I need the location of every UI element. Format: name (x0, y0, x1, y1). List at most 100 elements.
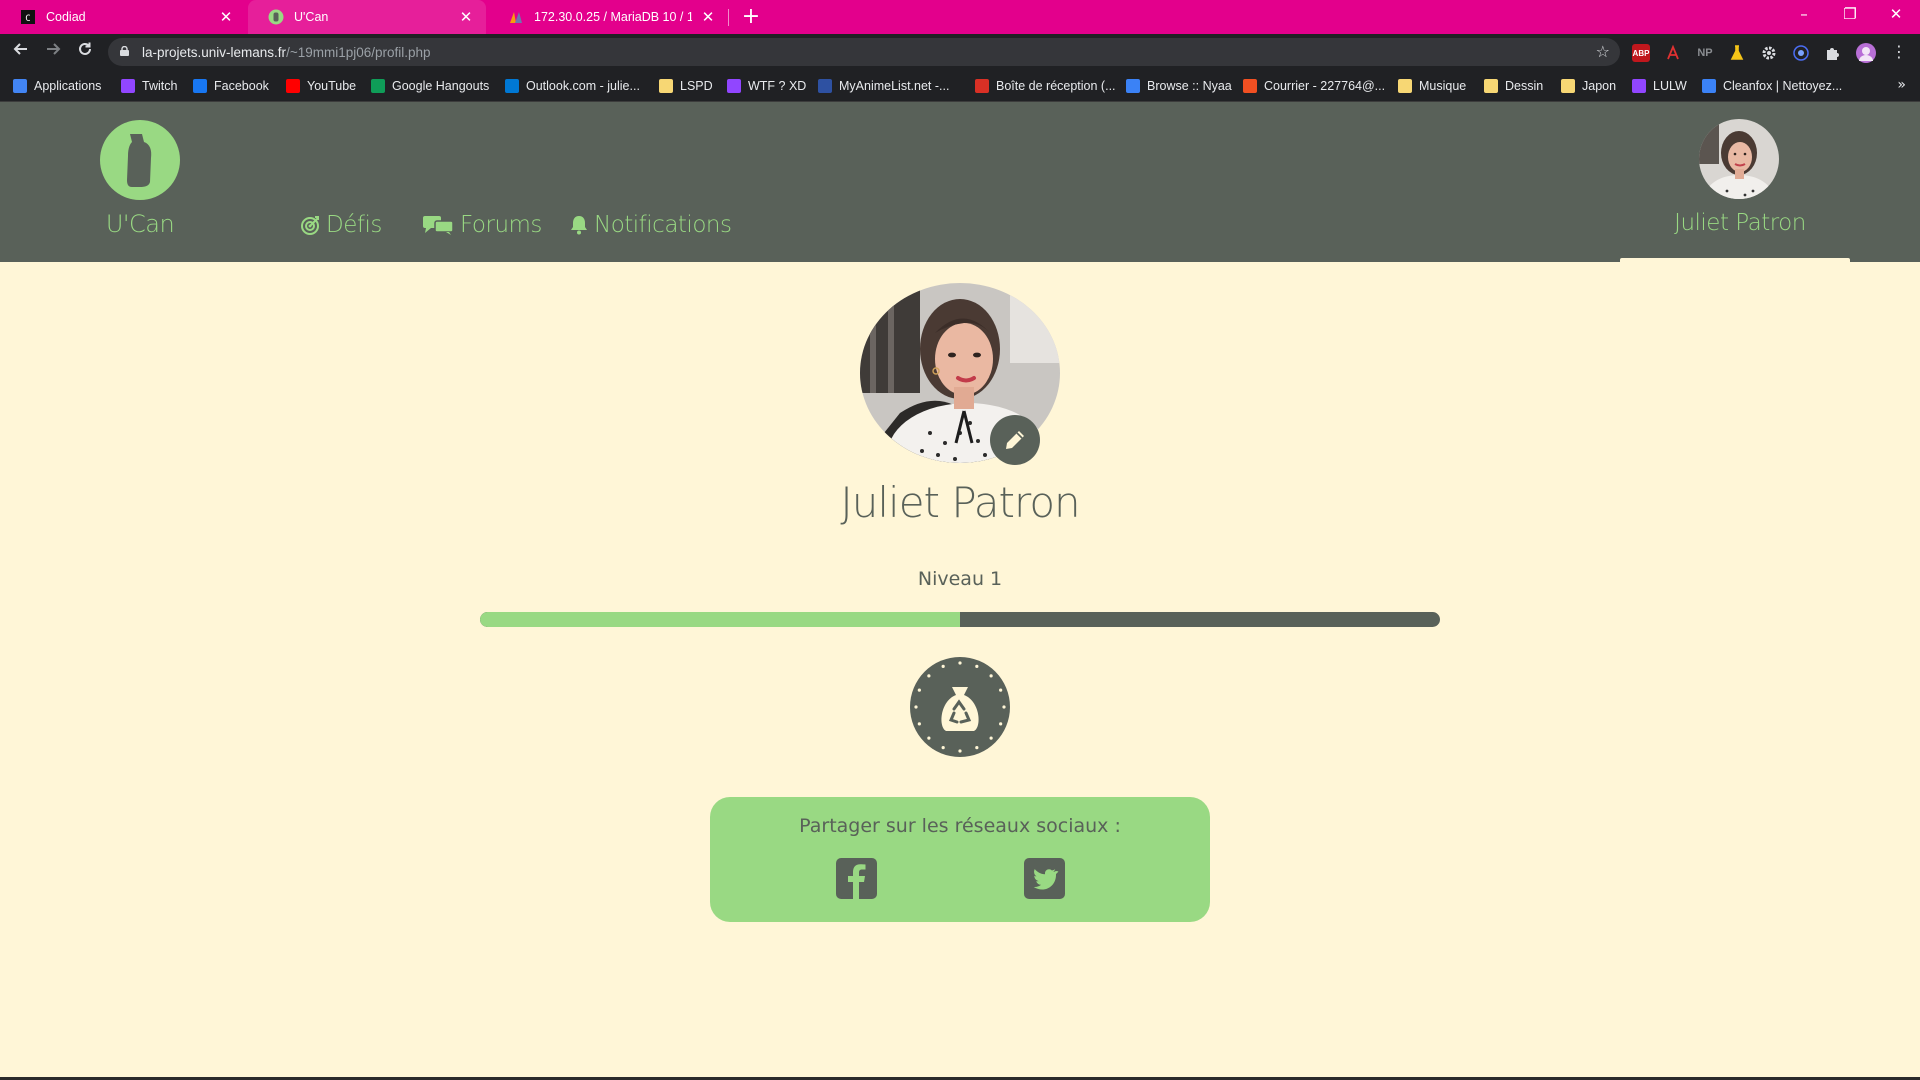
bookmark-label: YouTube (307, 79, 357, 93)
bookmark-favicon-icon (659, 79, 673, 93)
badge-dot (917, 688, 921, 692)
address-bar[interactable]: la-projets.univ-lemans.fr/~19mmi1pj06/pr… (108, 38, 1620, 66)
bookmark-item[interactable]: Outlook.com - julie... (505, 77, 640, 95)
browser-toolbar: la-projets.univ-lemans.fr/~19mmi1pj06/pr… (0, 34, 1920, 70)
bookmark-item[interactable]: LSPD (659, 77, 713, 95)
bookmark-favicon-icon (1632, 79, 1646, 93)
bookmark-item[interactable]: Google Hangouts (371, 77, 489, 95)
restore-button[interactable]: ❐ (1827, 0, 1873, 30)
bookmark-item[interactable]: WTF ? XD (727, 77, 806, 95)
new-tab-button[interactable]: + (738, 4, 764, 30)
url-path: /~19mmi1pj06/profil.php (286, 45, 431, 60)
twitter-share-button[interactable] (1024, 858, 1065, 899)
bookmark-label: Musique (1419, 79, 1467, 93)
ucan-favicon (268, 9, 284, 25)
bookmark-item[interactable]: LULW (1632, 77, 1687, 95)
tab-title: 172.30.0.25 / MariaDB 10 / 19MM (534, 10, 692, 24)
bookmark-item[interactable]: Applications (13, 77, 101, 95)
bookmark-label: Dessin (1505, 79, 1544, 93)
recycle-bag-badge[interactable] (910, 657, 1010, 757)
gear-extension-icon[interactable] (1760, 44, 1778, 62)
nav-forums[interactable]: Forums (422, 212, 542, 238)
adblock-extension-icon[interactable]: ABP (1632, 44, 1650, 62)
bookmark-favicon-icon (13, 79, 27, 93)
nav-defis[interactable]: Défis (300, 212, 382, 238)
flask-extension-icon[interactable] (1728, 44, 1746, 62)
badge-dot (958, 661, 962, 665)
bookmark-item[interactable]: Dessin (1484, 77, 1543, 95)
user-avatar[interactable] (1699, 119, 1779, 199)
bookmark-item[interactable]: Cleanfox | Nettoyez... (1702, 77, 1842, 95)
share-title: Partager sur les réseaux sociaux : (799, 815, 1121, 837)
bookmark-item[interactable]: Twitch (121, 77, 177, 95)
circle-extension-icon[interactable] (1792, 44, 1810, 62)
bookmark-favicon-icon (1126, 79, 1140, 93)
bookmarks-more-icon[interactable]: » (1897, 77, 1906, 93)
back-button[interactable] (9, 40, 33, 64)
reload-icon (79, 42, 91, 55)
close-icon[interactable]: ✕ (700, 8, 716, 26)
bookmark-favicon-icon (371, 79, 385, 93)
bookmark-star-icon[interactable]: ☆ (1596, 42, 1610, 61)
tab-codiad[interactable]: C Codiad ✕ (0, 0, 246, 34)
puzzle-extensions-icon[interactable] (1824, 44, 1842, 62)
bookmark-favicon-icon (1484, 79, 1498, 93)
bookmark-label: Browse :: Nyaa (1147, 79, 1232, 93)
facebook-share-button[interactable] (836, 858, 877, 899)
bookmark-label: WTF ? XD (748, 79, 807, 93)
arrow-right-icon (47, 43, 61, 55)
logo-icon[interactable] (100, 120, 180, 200)
bookmark-label: Outlook.com - julie... (526, 79, 640, 93)
badge-dot (999, 722, 1003, 726)
close-icon[interactable]: ✕ (458, 8, 474, 26)
bookmark-item[interactable]: Facebook (193, 77, 269, 95)
np-extension-icon[interactable]: NP (1696, 44, 1714, 62)
logo-text[interactable]: U'Can (80, 210, 200, 238)
bookmark-favicon-icon (1243, 79, 1257, 93)
level-label: Niveau 1 (917, 568, 1003, 590)
badge-dot (941, 746, 945, 750)
recycle-bag-icon (914, 661, 1006, 753)
close-window-button[interactable]: ✕ (1873, 0, 1919, 30)
tab-phpmyadmin[interactable]: 172.30.0.25 / MariaDB 10 / 19MM ✕ (488, 0, 728, 34)
lock-icon (120, 46, 129, 56)
site-header: U'Can Défis Forums Notifications Juliet … (0, 102, 1920, 262)
nav-label: Défis (326, 212, 382, 238)
nav-label: Forums (460, 212, 542, 238)
badge-dot (989, 736, 993, 740)
bookmark-label: Applications (34, 79, 102, 93)
bookmark-item[interactable]: Browse :: Nyaa (1126, 77, 1232, 95)
tab-ucan[interactable]: U'Can ✕ (248, 0, 486, 34)
bookmark-item[interactable]: Musique (1398, 77, 1466, 95)
tab-title: U'Can (294, 10, 329, 24)
bookmark-favicon-icon (727, 79, 741, 93)
phpmyadmin-favicon (508, 9, 524, 25)
bookmark-favicon-icon (1398, 79, 1412, 93)
forward-button[interactable] (41, 40, 65, 64)
user-name-link[interactable]: Juliet Patron (1640, 210, 1840, 236)
tab-separator (728, 9, 729, 26)
bookmark-item[interactable]: Courrier - 227764@... (1243, 77, 1385, 95)
bookmark-label: MyAnimeList.net -... (839, 79, 950, 93)
profile-avatar-icon[interactable] (1856, 43, 1876, 63)
bookmark-label: Twitch (142, 79, 178, 93)
bookmark-favicon-icon (193, 79, 207, 93)
bookmark-item[interactable]: Boîte de réception (... (975, 77, 1116, 95)
bookmark-item[interactable]: MyAnimeList.net -... (818, 77, 949, 95)
reload-button[interactable] (73, 40, 97, 64)
badge-dot (927, 736, 931, 740)
bookmark-item[interactable]: YouTube (286, 77, 356, 95)
arrow-left-icon (13, 43, 27, 55)
bookmark-favicon-icon (1561, 79, 1575, 93)
browser-menu-icon[interactable]: ⋮ (1887, 40, 1911, 64)
bookmark-item[interactable]: Japon (1561, 77, 1616, 95)
close-icon[interactable]: ✕ (218, 8, 234, 26)
pdf-extension-icon[interactable] (1664, 44, 1682, 62)
target-icon (301, 216, 319, 235)
edit-profile-photo-button[interactable] (990, 415, 1040, 465)
tab-title: Codiad (46, 10, 86, 24)
badge-dot (917, 722, 921, 726)
minimize-button[interactable]: – (1781, 0, 1827, 30)
bookmark-label: Facebook (214, 79, 269, 93)
nav-notifications[interactable]: Notifications (570, 212, 732, 238)
